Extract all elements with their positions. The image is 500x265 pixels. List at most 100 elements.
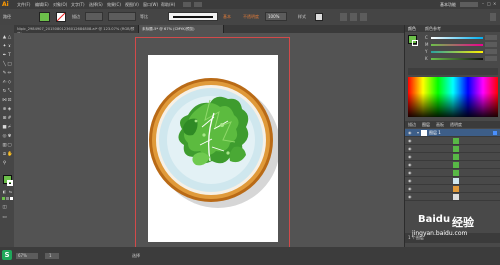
menu-file[interactable]: 文件(F)	[17, 2, 30, 8]
menu-edit[interactable]: 编辑(E)	[35, 2, 49, 8]
color-panel-stroke[interactable]	[412, 40, 418, 46]
close-icon[interactable]: ×	[493, 2, 496, 6]
tab-nipic-document[interactable]: Nipic_2984907_20150801236012684808.ai* @…	[14, 25, 139, 36]
live-paint-tool-icon[interactable]: ◈	[7, 107, 12, 112]
menu-type[interactable]: 文字(T)	[71, 2, 85, 8]
sublayer-row[interactable]: ◉	[405, 169, 500, 177]
hand-tool-icon[interactable]: ✋	[7, 152, 13, 157]
channel-k-value[interactable]	[485, 56, 497, 61]
channel-y-slider[interactable]	[431, 51, 483, 53]
menu-select[interactable]: 选择(S)	[89, 2, 103, 8]
workspace-switcher[interactable]: 基本功能	[440, 2, 456, 8]
sublayer-row[interactable]: ◉	[405, 153, 500, 161]
channel-c-slider[interactable]	[431, 37, 483, 39]
expand-icon[interactable]: ▾	[417, 131, 419, 135]
swap-colors-icon[interactable]: ⇆	[8, 190, 13, 195]
visibility-icon[interactable]: ◉	[408, 195, 412, 199]
layer-thumbnail	[421, 130, 427, 136]
color-spectrum[interactable]	[408, 77, 498, 117]
eraser-tool-icon[interactable]: ◇	[7, 80, 12, 85]
channel-y-value[interactable]	[485, 49, 497, 54]
plate-illustration[interactable]	[148, 55, 278, 242]
opacity-field[interactable]: 100%	[265, 12, 287, 21]
rectangle-tool-icon[interactable]: □	[7, 62, 12, 67]
selection-indicator[interactable]	[493, 131, 497, 135]
visibility-icon[interactable]: ◉	[408, 139, 412, 143]
visibility-icon[interactable]: ◉	[408, 171, 412, 175]
sublayer-thumbnail	[453, 186, 459, 192]
artboard-tool-icon[interactable]: ▢	[7, 143, 12, 148]
draw-normal-icon[interactable]: ◫	[2, 205, 7, 210]
align-button[interactable]	[350, 13, 357, 21]
sublayer-row[interactable]: ◉	[405, 177, 500, 185]
tab-untitled-5[interactable]: 未标题-5* @ 67% (CMYK/预览)	[139, 25, 224, 33]
tab-color[interactable]: 颜色	[408, 27, 416, 31]
pencil-tool-icon[interactable]: ✏	[7, 71, 12, 76]
brush-definition[interactable]	[168, 12, 218, 21]
menu-view[interactable]: 视图(V)	[125, 2, 139, 8]
eyedropper-tool-icon[interactable]: ⌿	[7, 125, 12, 130]
free-transform-tool-icon[interactable]: ⊡	[7, 98, 12, 103]
visibility-icon[interactable]: ◉	[408, 179, 412, 183]
visibility-icon[interactable]: ◉	[408, 155, 412, 159]
search-field[interactable]	[460, 2, 478, 7]
status-mode[interactable]: 选择	[132, 254, 140, 258]
symbol-sprayer-tool-icon[interactable]: ✾	[7, 134, 12, 139]
transform-button[interactable]	[360, 13, 367, 21]
channel-c-value[interactable]	[485, 35, 497, 40]
tab-layers[interactable]: 图层	[422, 123, 430, 127]
sublayer-row[interactable]: ◉	[405, 137, 500, 145]
visibility-icon[interactable]: ◉	[408, 187, 412, 191]
gradient-mode-icon[interactable]	[6, 197, 9, 200]
tab-color-guide[interactable]: 颜色参考	[425, 27, 441, 31]
sublayer-row[interactable]: ◉	[405, 193, 500, 201]
opacity-label[interactable]: 不透明度	[243, 15, 259, 19]
zoom-tool-icon[interactable]: ⚲	[2, 161, 7, 166]
screen-mode-icon[interactable]: ▭	[2, 215, 7, 220]
direct-selection-tool-icon[interactable]: △	[7, 35, 12, 40]
menu-effect[interactable]: 效果(C)	[107, 2, 121, 8]
tools-panel: ▲ △ ✦ ɤ ✒ T ╲ □ ✎ ✏ ✍ ◇ ↻ ⤡ ⋈ ⊡ ⊕ ◈ ⊞ # …	[0, 25, 15, 247]
lasso-tool-icon[interactable]: ɤ	[7, 44, 12, 49]
zoom-value: 67%	[18, 253, 27, 258]
recolor-artwork-button[interactable]	[340, 13, 347, 21]
scale-tool-icon[interactable]: ⤡	[7, 89, 12, 94]
stroke-weight-field[interactable]	[85, 12, 103, 21]
sublayer-row[interactable]: ◉	[405, 161, 500, 169]
channel-m-value[interactable]	[485, 42, 497, 47]
menu-help[interactable]: 帮助(H)	[161, 2, 175, 8]
channel-m-slider[interactable]	[431, 44, 483, 46]
menu-window[interactable]: 窗口(W)	[143, 2, 158, 8]
tab-transparency[interactable]: 透明度	[450, 123, 462, 127]
stroke-color-box[interactable]	[7, 180, 13, 186]
variable-width-profile[interactable]	[108, 12, 136, 21]
visibility-icon[interactable]: ◉	[408, 147, 412, 151]
stroke-swatch[interactable]	[56, 12, 66, 22]
graphic-style-swatch[interactable]	[315, 13, 323, 21]
sublayer-thumbnail	[453, 194, 459, 200]
artboard-nav[interactable]: 1	[45, 253, 59, 259]
control-panel-menu[interactable]	[490, 13, 496, 21]
color-panel-tabs: 颜色 颜色参考	[405, 25, 500, 32]
maximize-icon[interactable]: □	[487, 2, 491, 6]
bridge-button[interactable]	[183, 2, 191, 7]
tab-artboards[interactable]: 画板	[436, 123, 444, 127]
mesh-tool-icon[interactable]: #	[7, 116, 12, 121]
tab-stroke[interactable]: 描边	[408, 123, 416, 127]
layer-name[interactable]: 图层 1	[429, 131, 441, 135]
sublayer-row[interactable]: ◉	[405, 145, 500, 153]
zoom-field[interactable]: 67%	[16, 253, 38, 259]
channel-k-slider[interactable]	[431, 58, 483, 60]
sublayer-row[interactable]: ◉	[405, 185, 500, 193]
default-colors-icon[interactable]: ◧	[2, 190, 7, 195]
none-mode-icon[interactable]	[10, 197, 13, 200]
visibility-icon[interactable]: ◉	[408, 163, 412, 167]
minimize-icon[interactable]: –	[482, 2, 484, 6]
arrange-documents-button[interactable]	[194, 2, 202, 7]
menu-object[interactable]: 对象(O)	[53, 2, 67, 8]
layer-row-main[interactable]: ◉ ▾ 图层 1	[405, 129, 500, 137]
fill-swatch[interactable]	[39, 12, 50, 22]
visibility-icon[interactable]: ◉	[408, 131, 412, 135]
color-mode-icon[interactable]	[2, 197, 5, 200]
type-tool-icon[interactable]: T	[7, 53, 12, 58]
